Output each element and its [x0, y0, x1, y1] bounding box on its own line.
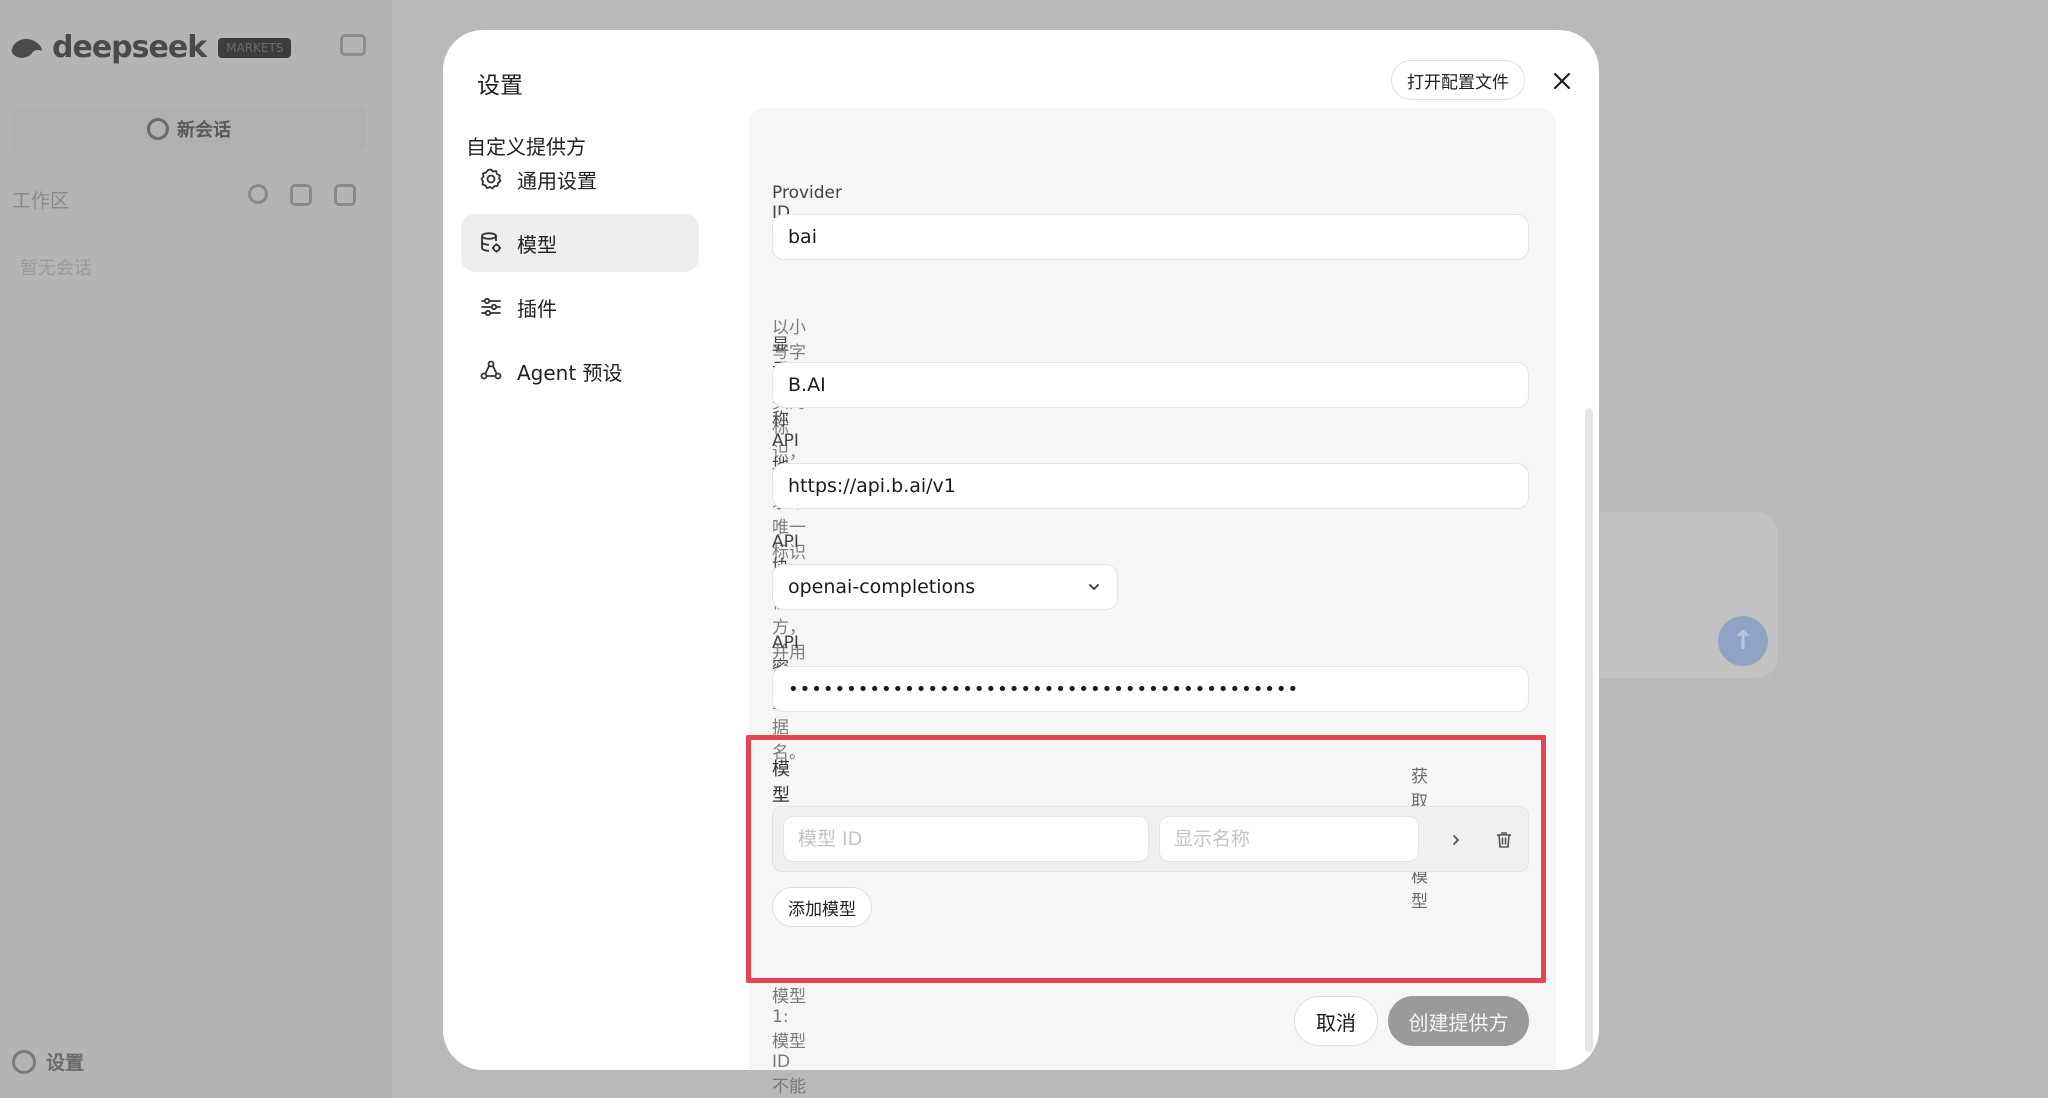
nav-item-label: 通用设置: [517, 168, 597, 193]
gear-icon: [480, 168, 502, 190]
app-logo: deepseek MARKETS: [10, 30, 292, 65]
sliders-icon: [481, 297, 501, 317]
background-sidebar: deepseek MARKETS 新会话 工作区 暂无会话 设置: [0, 0, 392, 1098]
api-protocol-value: openai-completions: [788, 576, 976, 598]
chevron-down-icon: [1089, 584, 1099, 590]
api-key-input[interactable]: ••••••••••••••••••••••••••••••••••••••••…: [772, 666, 1529, 712]
highlight-box: [746, 735, 1546, 983]
gear-icon: [12, 1049, 36, 1074]
api-protocol-select[interactable]: openai-completions: [772, 564, 1118, 610]
nav-item-models[interactable]: 模型: [461, 214, 699, 272]
whale-icon: [11, 38, 42, 58]
section-title: 自定义提供方: [466, 135, 586, 159]
scrollbar[interactable]: [1585, 408, 1593, 1052]
database-gear-icon: [481, 232, 501, 253]
api-url-input[interactable]: https://api.b.ai/v1: [772, 463, 1529, 509]
settings-nav: 通用设置 模型 插件 Agent 预设: [461, 150, 699, 406]
search-icon[interactable]: [248, 184, 268, 204]
new-chat-label: 新会话: [177, 120, 231, 141]
create-provider-button[interactable]: 创建提供方: [1388, 996, 1529, 1046]
new-chat-button[interactable]: 新会话: [12, 106, 366, 152]
display-name-input[interactable]: B.AI: [772, 362, 1529, 408]
nav-item-label: 模型: [517, 232, 557, 257]
grid-icon[interactable]: [290, 184, 312, 206]
settings-label: 设置: [46, 1052, 85, 1074]
settings-link[interactable]: 设置: [12, 1048, 84, 1075]
nav-item-label: 插件: [517, 296, 557, 321]
plus-circle-icon: [147, 118, 169, 140]
sidebar-toggle-icon[interactable]: [340, 34, 366, 56]
nav-item-plugins[interactable]: 插件: [461, 278, 699, 336]
nav-item-label: Agent 预设: [517, 360, 623, 385]
modal-title: 设置: [477, 73, 523, 99]
nav-item-agent-presets[interactable]: Agent 预设: [461, 342, 699, 400]
close-icon: [1553, 72, 1571, 90]
arrow-up-icon: ↑: [1732, 626, 1754, 656]
folder-add-icon[interactable]: [334, 184, 356, 206]
open-config-button[interactable]: 打开配置文件: [1391, 60, 1525, 100]
send-button[interactable]: ↑: [1718, 616, 1768, 666]
close-button[interactable]: [1547, 66, 1577, 96]
empty-sessions-text: 暂无会话: [20, 258, 92, 279]
validation-error: 模型 1: 模型 ID 不能为空。: [772, 987, 806, 1097]
cancel-button[interactable]: 取消: [1294, 996, 1378, 1046]
brand-badge: MARKETS: [218, 37, 292, 58]
workspace-tools: [248, 184, 356, 206]
brand-name: deepseek: [52, 30, 207, 65]
workspace-label: 工作区: [12, 190, 70, 212]
recycle-icon: [480, 360, 502, 380]
provider-id-input[interactable]: bai: [772, 214, 1529, 260]
app-root: deepseek MARKETS 新会话 工作区 暂无会话 设置 ↑ 设置 打开…: [0, 0, 2048, 1098]
